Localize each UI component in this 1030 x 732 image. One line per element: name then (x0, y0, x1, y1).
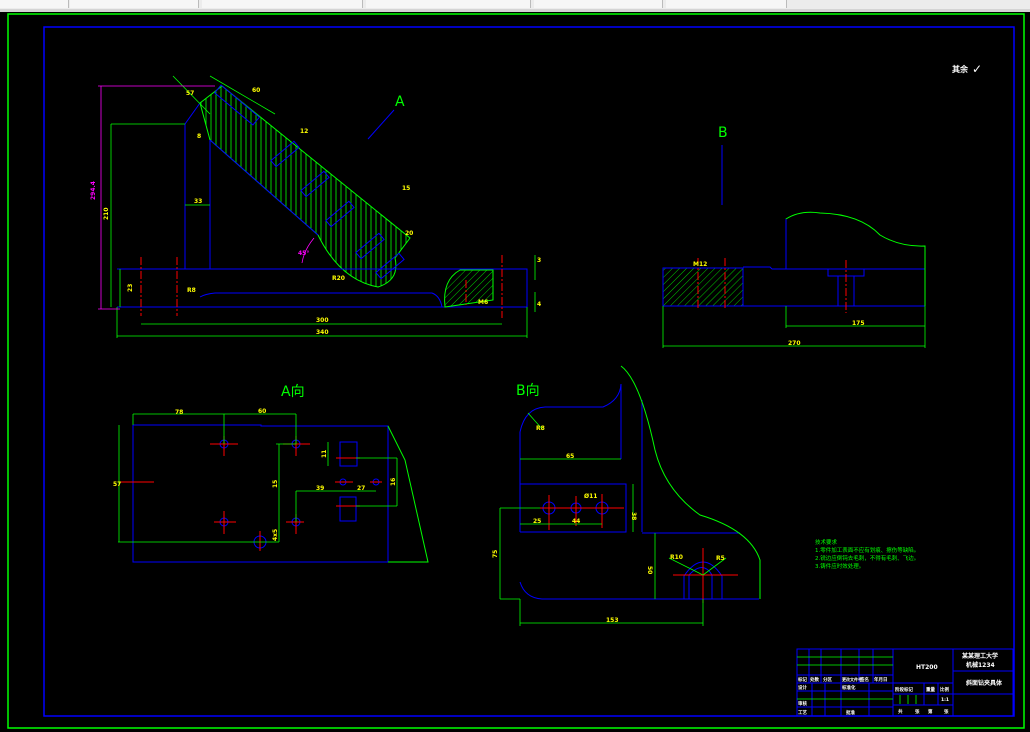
tb-sheets: 共 (898, 708, 903, 715)
cad-drawing-canvas[interactable]: 其余 ✓ A 294.4 210 33 23 300 340 M6 3 4 45… (0, 12, 1030, 732)
view-arrow-a-label: A (395, 94, 405, 110)
dim-r10: R10 (670, 554, 683, 561)
dim-r5: R5 (716, 555, 725, 562)
roughness-note-text: 其余 (952, 64, 969, 74)
view-arrow-b-label: B (718, 125, 728, 141)
dim-15: 15 (402, 185, 410, 192)
roughness-note: 其余 ✓ (952, 62, 982, 76)
dim-m12: M12 (693, 261, 707, 268)
tb-label: 标记 (797, 676, 807, 683)
dim-20: 20 (405, 230, 413, 237)
dim-height: 210 (103, 207, 110, 220)
tb-design: 设计 (798, 684, 807, 691)
roughness-symbol-icon: ✓ (972, 62, 982, 76)
dim-38: 38 (630, 512, 637, 520)
dim-3: 3 (537, 257, 541, 264)
tb-approve: 批准 (846, 709, 855, 716)
dim-r8: R8 (187, 287, 196, 294)
dim-column-width: 33 (194, 198, 202, 205)
material-label: HT200 (916, 664, 938, 671)
plotstyle-dropdown[interactable] (666, 0, 787, 8)
dim-270: 270 (788, 340, 801, 347)
dim-78: 78 (175, 409, 183, 416)
tech-req-line: 1.零件加工表面不应有划痕、擦伤等缺陷。 (815, 546, 919, 554)
tb-weight: 重量 (926, 686, 935, 693)
dim-4x5: 4x5 (272, 529, 279, 541)
dim-r20: R20 (332, 275, 345, 282)
title-block: HT200 某某理工大学 机械1234 斜面钻夹具体 标记 处数 分区 更改文件… (796, 648, 1014, 717)
toolbar-cell[interactable] (0, 0, 69, 8)
view-a-title: A向 (281, 384, 305, 400)
dim-57: 57 (186, 90, 194, 97)
dim-340: 340 (316, 329, 329, 336)
tb-sheet-of: 张 (915, 708, 920, 715)
tb-process: 工艺 (798, 709, 807, 716)
linetype-dropdown[interactable] (366, 0, 531, 8)
tb-scale: 比例 (940, 686, 949, 693)
dim-60: 60 (252, 87, 260, 94)
lineweight-dropdown[interactable] (534, 0, 663, 8)
tb-label: 签名 (859, 676, 869, 683)
dim-300: 300 (316, 317, 329, 324)
drawing-border (7, 13, 1025, 729)
dim-25: 25 (533, 518, 541, 525)
dim-175: 175 (852, 320, 865, 327)
school-name: 某某理工大学 (962, 652, 998, 660)
tech-req-title: 技术要求 (815, 538, 838, 546)
dim-75: 75 (492, 550, 499, 558)
tb-stage: 阶段标记 (895, 686, 913, 693)
dim-dia11: Ø11 (584, 493, 597, 500)
main-view: A 294.4 210 33 23 300 340 M6 3 4 45° R8 … (90, 75, 541, 338)
drawing-frame (43, 26, 1015, 717)
view-a-direction: A向 78 60 57 11 15 39 27 16 4x5 (113, 384, 429, 563)
tb-sheet-no2: 张 (944, 708, 949, 715)
dim-base-height: 23 (127, 284, 134, 292)
tb-label: 年月日 (874, 676, 888, 683)
dim-angle: 45° (298, 250, 309, 257)
dim-4: 4 (537, 301, 541, 308)
tech-req-line: 3.铸件应时效处理。 (815, 562, 864, 570)
view-b-direction: B向 R8 65 25 44 Ø11 38 75 50 153 R10 R5 (492, 365, 761, 626)
dim-57: 57 (113, 481, 121, 488)
dim-12: 12 (300, 128, 308, 135)
dim-15: 15 (272, 480, 279, 488)
tech-req-line: 2.锐边应倒钝去毛刺，不得有毛刺、飞边。 (815, 554, 919, 562)
dim-65: 65 (566, 453, 574, 460)
dim-16: 16 (390, 478, 397, 486)
class-name: 机械1234 (966, 661, 995, 669)
dim-8: 8 (197, 133, 201, 140)
dim-153: 153 (606, 617, 619, 624)
dim-r8: R8 (536, 425, 545, 432)
dim-39: 39 (316, 485, 324, 492)
dim-60: 60 (258, 408, 266, 415)
tb-label: 处数 (809, 676, 819, 683)
dim-44: 44 (572, 518, 580, 525)
dim-11: 11 (321, 450, 328, 458)
dim-27: 27 (357, 485, 365, 492)
tb-sheet-no: 第 (928, 708, 933, 715)
technical-requirements: 技术要求 1.零件加工表面不应有划痕、擦伤等缺陷。 2.锐边应倒钝去毛刺，不得有… (815, 538, 919, 570)
dim-height-total: 294.4 (90, 181, 97, 200)
tb-label: 分区 (823, 676, 832, 683)
side-view: B M12 175 270 (662, 125, 926, 348)
tb-standard: 标准化 (841, 684, 856, 691)
tb-scale-value: 1:1 (941, 697, 949, 703)
dim-50: 50 (646, 566, 653, 574)
tb-label: 更改文件号 (842, 676, 862, 682)
tb-review: 审核 (798, 700, 807, 707)
layer-dropdown[interactable] (70, 0, 199, 8)
dim-m6: M6 (478, 299, 488, 306)
view-b-title: B向 (516, 383, 540, 399)
color-dropdown[interactable] (202, 0, 363, 8)
part-name: 斜面钻夹具体 (965, 679, 1003, 687)
